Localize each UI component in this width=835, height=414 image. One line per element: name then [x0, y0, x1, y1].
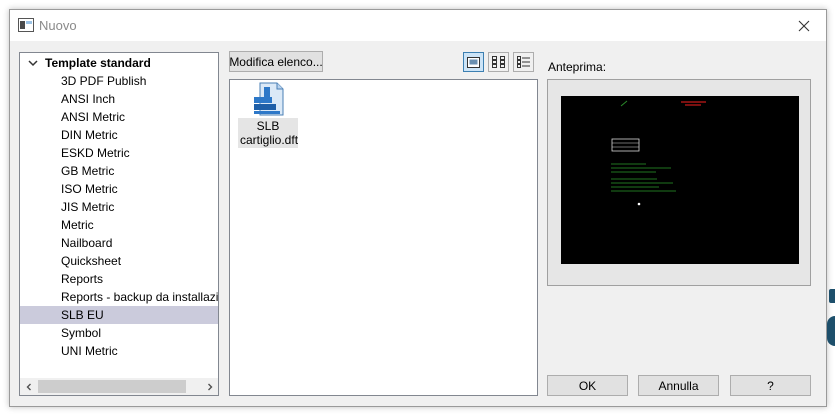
tree-items: 3D PDF Publish ANSI Inch ANSI Metric DIN Me…	[20, 72, 218, 360]
tree-item[interactable]: ANSI Metric	[20, 108, 218, 126]
tree-item[interactable]: ISO Metric	[20, 180, 218, 198]
chevron-down-icon[interactable]	[27, 57, 39, 69]
background-window-edge	[829, 289, 835, 303]
preview-drawing	[611, 100, 706, 206]
background-window-edge	[827, 316, 835, 346]
tree-item[interactable]: GB Metric	[20, 162, 218, 180]
scroll-left-button[interactable]	[20, 378, 37, 395]
title-bar: Nuovo	[10, 10, 826, 41]
small-icons-view-button[interactable]	[488, 52, 509, 72]
list-view-icon	[516, 56, 530, 68]
tree-item[interactable]: Reports	[20, 270, 218, 288]
ok-button[interactable]: OK	[547, 375, 628, 396]
preview-label: Anteprima:	[548, 60, 607, 74]
tree-item[interactable]: JIS Metric	[20, 198, 218, 216]
file-label: SLB cartiglio.dft	[238, 118, 298, 148]
file-label-line1: SLB	[256, 119, 280, 133]
file-label-line2: cartiglio.dft	[240, 133, 299, 147]
close-button[interactable]	[782, 10, 826, 41]
tree-item[interactable]: ANSI Inch	[20, 90, 218, 108]
preview-canvas	[561, 96, 799, 264]
file-item-slb-cartiglio[interactable]: SLB cartiglio.dft	[238, 82, 298, 148]
tree-item[interactable]: Quicksheet	[20, 252, 218, 270]
tree-item[interactable]: Metric	[20, 216, 218, 234]
list-view-button[interactable]	[513, 52, 534, 72]
tree-item[interactable]: Reports - backup da installazio	[20, 288, 218, 306]
tree-root-template-standard[interactable]: Template standard	[27, 54, 151, 72]
app-icon	[18, 18, 34, 32]
draft-document-icon	[254, 82, 284, 116]
window-title: Nuovo	[39, 18, 77, 33]
help-button[interactable]: ?	[730, 375, 811, 396]
tree-item[interactable]: Nailboard	[20, 234, 218, 252]
close-icon	[798, 20, 810, 31]
scroll-right-button[interactable]	[201, 378, 218, 395]
horizontal-scrollbar[interactable]	[20, 378, 218, 395]
chevron-left-icon	[26, 383, 31, 390]
preview-frame	[547, 79, 811, 286]
scrollbar-thumb[interactable]	[38, 380, 186, 393]
tree-item[interactable]: SLB EU	[20, 306, 218, 324]
tree-item[interactable]: ESKD Metric	[20, 144, 218, 162]
new-file-dialog: Nuovo Template standard 3D PDF Publish AN…	[9, 9, 827, 407]
small-icons-view-icon	[491, 56, 505, 68]
chevron-right-icon	[207, 383, 212, 390]
tree-root-label: Template standard	[45, 56, 151, 70]
tree-item[interactable]: DIN Metric	[20, 126, 218, 144]
tree-item[interactable]: Symbol	[20, 324, 218, 342]
modify-list-button[interactable]: Modifica elenco...	[229, 51, 323, 72]
tree-item[interactable]: 3D PDF Publish	[20, 72, 218, 90]
large-icons-view-button[interactable]	[463, 52, 484, 72]
cancel-button[interactable]: Annulla	[638, 375, 719, 396]
large-icons-view-icon	[467, 56, 480, 68]
template-file-list[interactable]: SLB cartiglio.dft	[229, 79, 538, 396]
tree-item[interactable]: UNI Metric	[20, 342, 218, 360]
template-tree[interactable]: Template standard 3D PDF Publish ANSI Inc…	[19, 52, 219, 396]
